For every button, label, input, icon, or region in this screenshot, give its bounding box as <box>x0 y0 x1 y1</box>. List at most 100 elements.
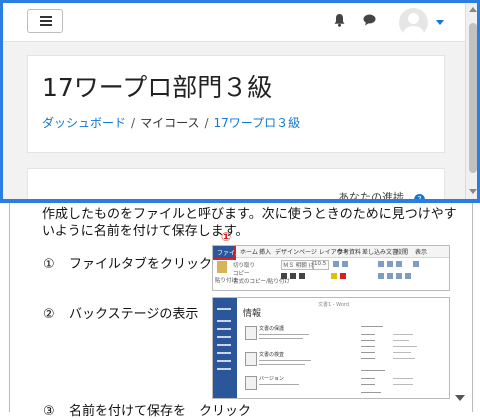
avatar-icon[interactable] <box>399 8 428 37</box>
versions-icon <box>245 376 257 390</box>
scroll-up-arrow-icon[interactable] <box>469 7 477 12</box>
underline-icon <box>299 273 305 279</box>
property-label-line <box>361 392 381 393</box>
property-value-line <box>393 384 413 385</box>
page-header: 17ワープロ部門３級 ダッシュボード / マイコース / 17ワープロ３級 <box>27 55 445 153</box>
backstage-header: 文書1 - Word <box>318 302 350 308</box>
vertical-scrollbar[interactable] <box>465 3 477 199</box>
numbering-icon <box>387 261 393 267</box>
browser-viewport: 17ワープロ部門３級 ダッシュボード / マイコース / 17ワープロ３級 あなたの進捗… <box>0 0 480 203</box>
property-value-line <box>393 346 417 347</box>
property-label-line <box>361 358 375 359</box>
step-3: ③ 名前を付けて保存を クリック <box>43 400 251 419</box>
ribbon-tab: 差し込み文書 <box>362 249 399 256</box>
justify-icon <box>405 273 411 279</box>
property-value-line <box>393 334 413 335</box>
indent-icon <box>396 261 402 267</box>
step-2: ② バックステージの表示 <box>43 303 198 322</box>
scroll-down-arrow-icon[interactable] <box>455 395 465 401</box>
align-center-icon <box>387 273 393 279</box>
font-color-icon <box>340 273 346 279</box>
bell-icon[interactable] <box>334 14 345 27</box>
hamburger-icon <box>40 16 52 18</box>
step-1: ① ファイルタブをクリック <box>43 253 212 272</box>
text-line <box>259 334 309 335</box>
property-label-line <box>361 370 385 371</box>
question-icon[interactable]: ? <box>414 194 425 199</box>
backstage-item-label: 文書の保護 <box>259 326 285 332</box>
avatar-head <box>408 13 419 24</box>
backstage-item: 文書の検査 <box>243 348 313 374</box>
property-label-line <box>361 326 383 327</box>
backstage-menu-line <box>217 352 231 354</box>
breadcrumb-course[interactable]: 17ワープロ３級 <box>214 116 301 130</box>
property-label-line <box>361 340 375 341</box>
breadcrumb-my-courses[interactable]: マイコース <box>140 116 199 130</box>
breadcrumb-dashboard[interactable]: ダッシュボード <box>42 116 126 130</box>
highlight-icon <box>331 273 337 279</box>
navbar <box>3 3 465 42</box>
text-line <box>259 338 303 339</box>
property-value-line <box>393 352 411 353</box>
page-title: 17ワープロ部門３級 <box>42 73 273 102</box>
scrollbar-thumb[interactable] <box>469 23 477 173</box>
text-line <box>259 384 299 385</box>
breadcrumb-separator: / <box>204 116 209 130</box>
instruction-paragraph: 作成したものをファイルと呼びます。次に使うときのために見つけやすいように名前を付… <box>42 207 457 239</box>
property-value-line <box>393 340 409 341</box>
sort-icon <box>413 261 419 267</box>
caret-down-icon[interactable] <box>436 20 444 25</box>
backstage-title: 情報 <box>243 309 262 319</box>
avatar-body <box>403 26 424 37</box>
backstage-menu-line <box>217 344 231 346</box>
backstage-item: 文書の保護 <box>243 322 313 348</box>
chat-bubble-icon[interactable] <box>363 14 376 26</box>
copy-label: コピー <box>233 271 250 277</box>
hamburger-icon-line <box>40 20 52 22</box>
property-value-line <box>393 378 413 379</box>
font-shrink-icon <box>342 261 348 267</box>
ribbon-tab: 校閲 <box>396 249 409 256</box>
menu-button[interactable] <box>27 9 63 33</box>
breadcrumb-separator: / <box>131 116 136 130</box>
property-label-line <box>361 346 375 347</box>
align-right-icon <box>396 273 402 279</box>
inspect-document-icon <box>245 352 257 366</box>
backstage-menu-line <box>217 320 231 322</box>
ribbon-tab: 表示 <box>415 249 428 256</box>
cut-label: 切り取り <box>233 263 256 269</box>
bullets-icon <box>378 261 384 267</box>
ribbon-tab: 挿入 <box>259 249 272 256</box>
file-tab: ファイル <box>213 246 241 260</box>
step-number: ① <box>43 257 55 272</box>
scroll-down-arrow-icon[interactable] <box>469 189 477 194</box>
italic-icon <box>290 273 296 279</box>
ribbon-screenshot: ファイル ホーム 挿入 デザイン ページ レイアウト 参考資料 差し込み文書 校… <box>212 245 450 291</box>
ribbon-tab: ホーム <box>240 249 258 256</box>
backstage-menu-line <box>217 336 231 338</box>
backstage-menu-line <box>217 360 231 362</box>
step-number: ② <box>43 307 55 322</box>
align-left-icon <box>378 273 384 279</box>
paste-icon <box>217 261 227 273</box>
breadcrumb: ダッシュボード / マイコース / 17ワープロ３級 <box>42 114 300 131</box>
backstage-screenshot: 文書1 - Word 情報 文書の保護 文書の検査 バージョン <box>212 297 450 399</box>
hamburger-icon-line <box>40 24 52 26</box>
ribbon-tab: 参考資料 <box>337 249 362 256</box>
text-line <box>259 364 305 365</box>
backstage-item: バージョン <box>243 372 313 398</box>
font-grow-icon <box>333 261 339 267</box>
file-tab-label: ファイル <box>217 250 242 257</box>
bold-icon <box>281 273 287 279</box>
property-label-line <box>361 378 375 379</box>
property-label-line <box>361 352 375 353</box>
step-text: バックステージの表示 <box>69 307 199 322</box>
font-size: 10.5 <box>314 261 327 267</box>
lock-document-icon <box>245 326 257 340</box>
ribbon-tab: デザイン <box>275 249 300 256</box>
text-line <box>259 360 311 361</box>
callout-marker: ① <box>221 230 232 244</box>
backstage-menu-line <box>217 368 231 370</box>
backstage-item-label: 文書の検査 <box>259 352 285 358</box>
backstage-menu-line <box>217 308 231 310</box>
